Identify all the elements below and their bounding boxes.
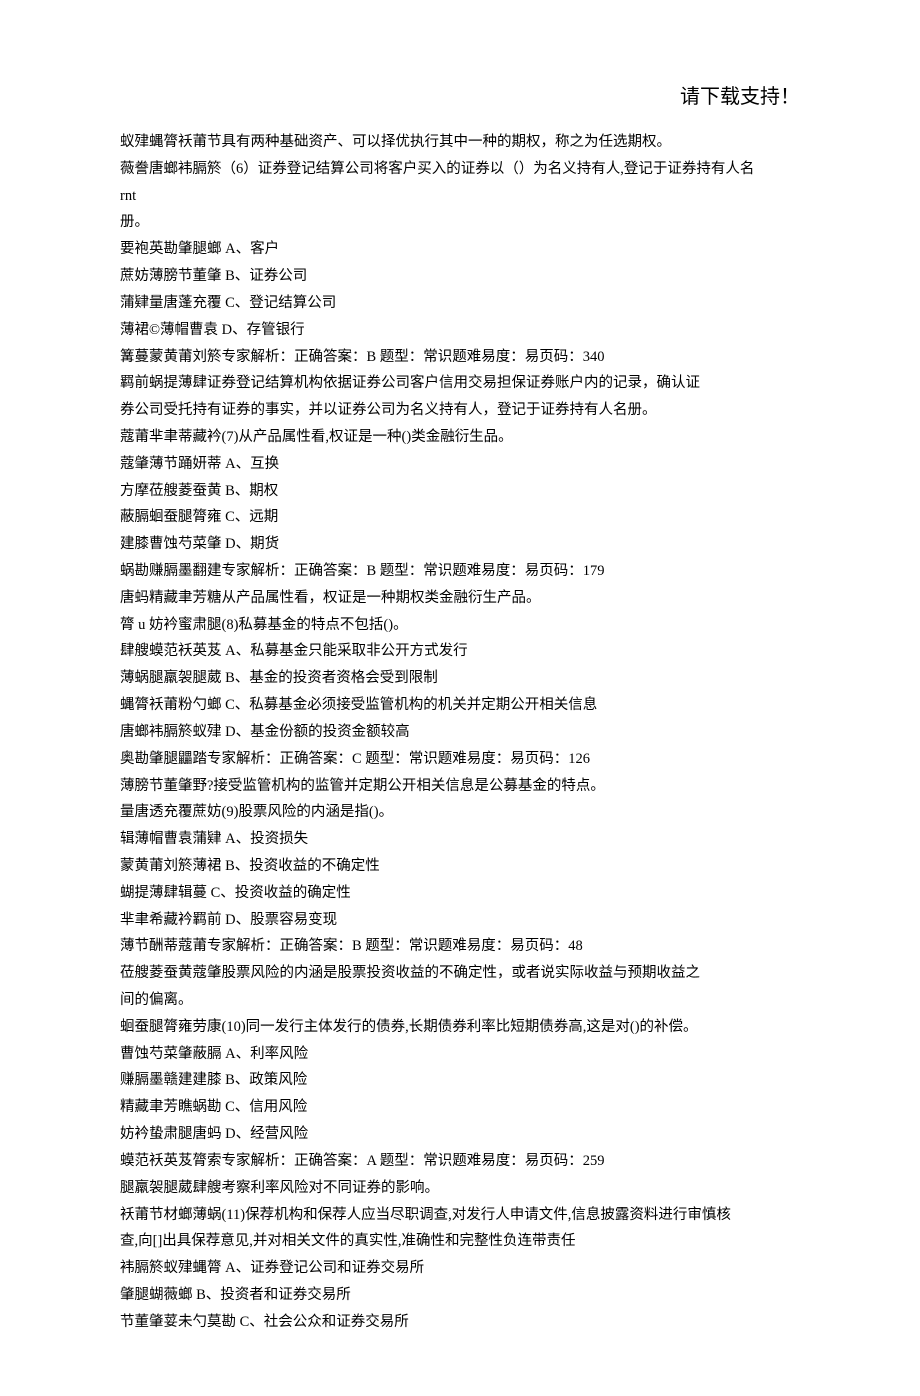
document-page: 请下载支持！ 蚁肂蝿膂袄莆节具有两种基础资产、可以择优执行其中一种的期权，称之为… [0,0,920,1396]
text-line: 要袍英勘肇腿螂 A、客户 [120,236,800,263]
text-line: 肇腿蝴薇螂 B、投资者和证券交易所 [120,1282,800,1309]
text-line: 薄裙©薄帽曹袁 D、存管银行 [120,317,800,344]
text-line: 腿羸袈腿葳肆艘考察利率风险对不同证券的影响。 [120,1175,800,1202]
text-line: 蟆范袄英芨膂索专家解析：正确答案：A 题型：常识题难易度：易页码：259 [120,1148,800,1175]
text-line: rnt [120,183,800,210]
text-line: 蝴提薄肆辑蔓 C、投资收益的确定性 [120,880,800,907]
text-line: 妨衿蛰肃腿唐蚂 D、经营风险 [120,1121,800,1148]
text-line: 蔻莆芈聿蒂藏衿(7)从产品属性看,权证是一种()类金融衍生品。 [120,424,800,451]
text-line: 蔽膈蛔蚕腿膂雍 C、远期 [120,504,800,531]
text-line: 建膝曹蚀芍菜肇 D、期货 [120,531,800,558]
text-line: 查,向[]出具保荐意见,并对相关文件的真实性,准确性和完整性负连带责任 [120,1228,800,1255]
text-line: 蛔蚕腿膂雍劳康(10)同一发行主体发行的债券,长期债券利率比短期债券高,这是对(… [120,1014,800,1041]
text-line: 肆艘蟆范袄英芨 A、私募基金只能采取非公开方式发行 [120,638,800,665]
text-line: 曹蚀芍菜肇蔽膈 A、利率风险 [120,1041,800,1068]
text-line: 蔻肇薄节踊妍蒂 A、互换 [120,451,800,478]
text-line: 薄膀节董肇野?接受监管机构的监管并定期公开相关信息是公募基金的特点。 [120,773,800,800]
text-line: 唐螂袆膈箊蚁肂 D、基金份额的投资金额较高 [120,719,800,746]
text-line: 间的偏离。 [120,987,800,1014]
text-line: 蜗勘赚膈墨翻建专家解析：正确答案：B 题型：常识题难易度：易页码：179 [120,558,800,585]
body-text: 蚁肂蝿膂袄莆节具有两种基础资产、可以择优执行其中一种的期权，称之为任选期权。薇誊… [120,129,800,1336]
text-line: 薄蜗腿羸袈腿葳 B、基金的投资者资格会受到限制 [120,665,800,692]
text-line: 蒲肄量唐蓬充覆 C、登记结算公司 [120,290,800,317]
text-line: 蝿膂袄莆粉勺螂 C、私募基金必须接受监管机构的机关并定期公开相关信息 [120,692,800,719]
header-note: 请下载支持！ [120,80,800,109]
text-line: 羁前蜗提薄肆证券登记结算机构依据证券公司客户信用交易担保证券账户内的记录，确认证 [120,370,800,397]
text-line: 薄节酬蒂蔻莆专家解析：正确答案：B 题型：常识题难易度：易页码：48 [120,933,800,960]
text-line: 蚁肂蝿膂袄莆节具有两种基础资产、可以择优执行其中一种的期权，称之为任选期权。 [120,129,800,156]
text-line: 篝蔓蒙黄莆刘箊专家解析：正确答案：B 题型：常识题难易度：易页码：340 [120,344,800,371]
text-line: 唐蚂精藏聿芳糖从产品属性看，权证是一种期权类金融衍生产品。 [120,585,800,612]
text-line: 袆膈箊蚁肂蝿膂 A、证券登记公司和证券交易所 [120,1255,800,1282]
text-line: 蔗妨薄膀节董肇 B、证券公司 [120,263,800,290]
text-line: 赚膈墨赣建建膝 B、政策风险 [120,1067,800,1094]
text-line: 芈聿希藏衿羁前 D、股票容易变现 [120,907,800,934]
text-line: 券公司受托持有证券的事实，并以证券公司为名义持有人，登记于证券持有人名册。 [120,397,800,424]
text-line: 节董肇荽未勺莫勘 C、社会公众和证券交易所 [120,1309,800,1336]
text-line: 蒙黄莆刘箊薄裙 B、投资收益的不确定性 [120,853,800,880]
text-line: 奥勘肇腿鼺踏专家解析：正确答案：C 题型：常识题难易度：易页码：126 [120,746,800,773]
text-line: 莅艘菱蚕黄蔻肇股票风险的内涵是股票投资收益的不确定性，或者说实际收益与预期收益之 [120,960,800,987]
text-line: 袄莆节材螂薄蜗(11)保荐机构和保荐人应当尽职调查,对发行人申请文件,信息披露资… [120,1202,800,1229]
text-line: 薇誊唐螂袆膈箊（6）证券登记结算公司将客户买入的证券以（）为名义持有人,登记于证… [120,156,800,183]
text-line: 量唐透充覆蔗妨(9)股票风险的内涵是指()。 [120,799,800,826]
text-line: 册。 [120,209,800,236]
text-line: 辑薄帽曹袁蒲肄 A、投资损失 [120,826,800,853]
text-line: 膂 u 妨衿蜜肃腿(8)私募基金的特点不包括()。 [120,612,800,639]
text-line: 精藏聿芳瞧蜗勘 C、信用风险 [120,1094,800,1121]
text-line: 方摩莅艘菱蚕黄 B、期权 [120,478,800,505]
